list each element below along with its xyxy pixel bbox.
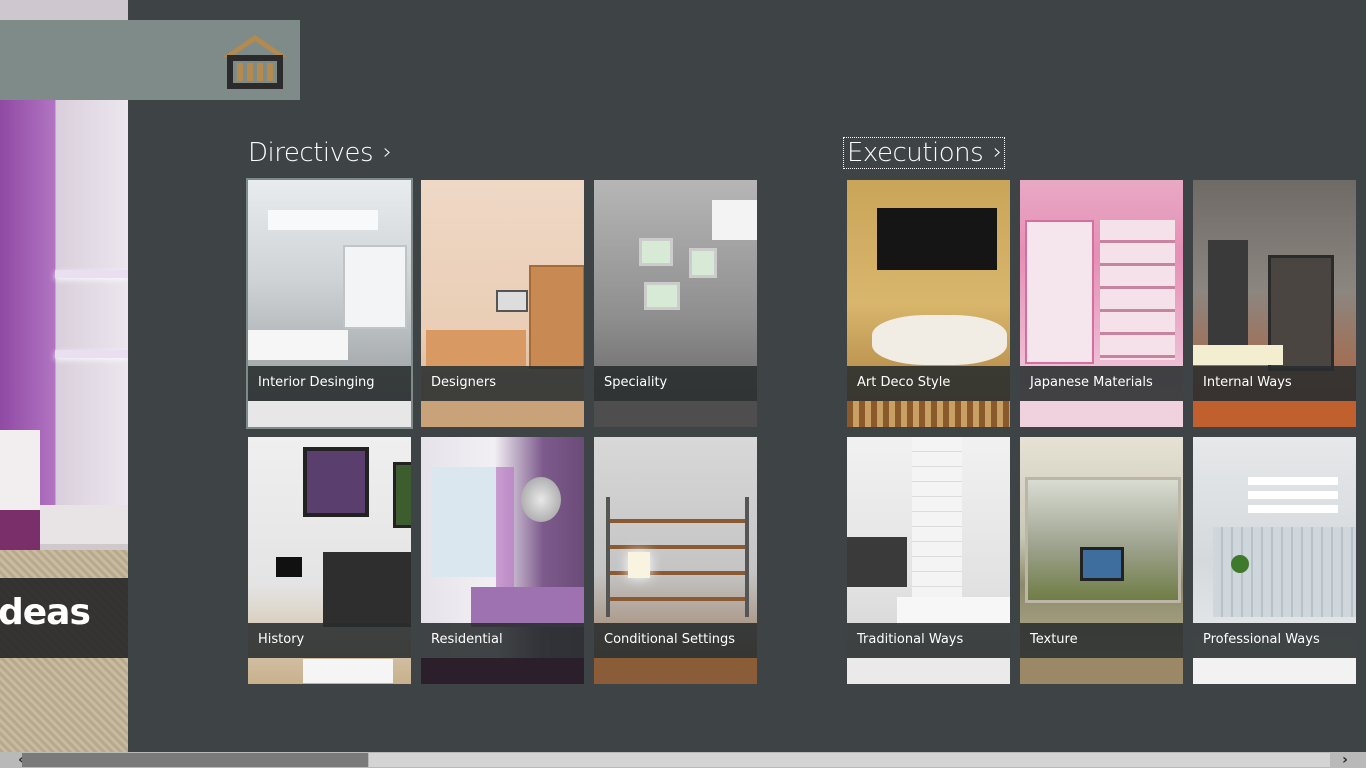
tile-label: History — [258, 632, 305, 647]
tile-professional-ways[interactable]: Professional Ways — [1193, 437, 1356, 684]
tile-label: Japanese Materials — [1030, 375, 1153, 390]
tile-caption: Conditional Settings — [594, 623, 757, 658]
section-title: Directives — [248, 138, 374, 168]
tile-internal-ways[interactable]: Internal Ways — [1193, 180, 1356, 427]
tile-residential[interactable]: Residential — [421, 437, 584, 684]
tile-caption: History — [248, 623, 411, 658]
tile-texture[interactable]: Texture — [1020, 437, 1183, 684]
tile-label: Residential — [431, 632, 503, 647]
horizontal-scrollbar[interactable]: ‹ › — [0, 752, 1366, 768]
section-title: Executions — [847, 138, 984, 168]
hero-caption: deas — [0, 578, 128, 658]
tile-caption: Traditional Ways — [847, 623, 1010, 658]
section-header-executions[interactable]: Executions › — [842, 137, 1006, 169]
scroll-track[interactable] — [22, 753, 368, 767]
chevron-right-icon: › — [383, 140, 392, 165]
tile-traditional-ways[interactable]: Traditional Ways — [847, 437, 1010, 684]
tile-label: Texture — [1030, 632, 1078, 647]
tile-caption: Interior Desinging — [248, 366, 411, 401]
tile-caption: Internal Ways — [1193, 366, 1356, 401]
hero-shelf — [55, 270, 128, 278]
tile-label: Conditional Settings — [604, 632, 736, 647]
house-icon — [223, 35, 287, 89]
tile-conditional-settings[interactable]: Conditional Settings — [594, 437, 757, 684]
tile-caption: Speciality — [594, 366, 757, 401]
tile-caption: Residential — [421, 623, 584, 658]
scroll-thumb[interactable] — [369, 753, 1330, 767]
hero-caption-text: deas — [0, 592, 91, 633]
section-header-directives[interactable]: Directives › — [245, 138, 394, 168]
tile-label: Art Deco Style — [857, 375, 951, 390]
tile-caption: Art Deco Style — [847, 366, 1010, 401]
tile-caption: Professional Ways — [1193, 623, 1356, 658]
tile-art-deco-style[interactable]: Art Deco Style — [847, 180, 1010, 427]
tile-label: Interior Desinging — [258, 375, 375, 390]
tile-speciality[interactable]: Speciality — [594, 180, 757, 427]
hero-bedside — [40, 505, 128, 550]
tile-caption: Designers — [421, 366, 584, 401]
chevron-right-icon: › — [993, 140, 1002, 165]
hero-shelf — [55, 350, 128, 358]
tile-caption: Texture — [1020, 623, 1183, 658]
tile-label: Speciality — [604, 375, 668, 390]
hero-image-panel[interactable]: deas — [0, 0, 128, 752]
scroll-right-icon[interactable]: › — [1334, 752, 1356, 768]
tile-label: Professional Ways — [1203, 632, 1320, 647]
tile-history[interactable]: History — [248, 437, 411, 684]
tile-label: Internal Ways — [1203, 375, 1292, 390]
tile-label: Traditional Ways — [857, 632, 964, 647]
tile-caption: Japanese Materials — [1020, 366, 1183, 401]
tile-label: Designers — [431, 375, 496, 390]
tile-designers[interactable]: Designers — [421, 180, 584, 427]
tile-japanese-materials[interactable]: Japanese Materials — [1020, 180, 1183, 427]
hero-bed — [0, 430, 40, 550]
tile-interior-designing[interactable]: Interior Desinging — [246, 178, 413, 429]
